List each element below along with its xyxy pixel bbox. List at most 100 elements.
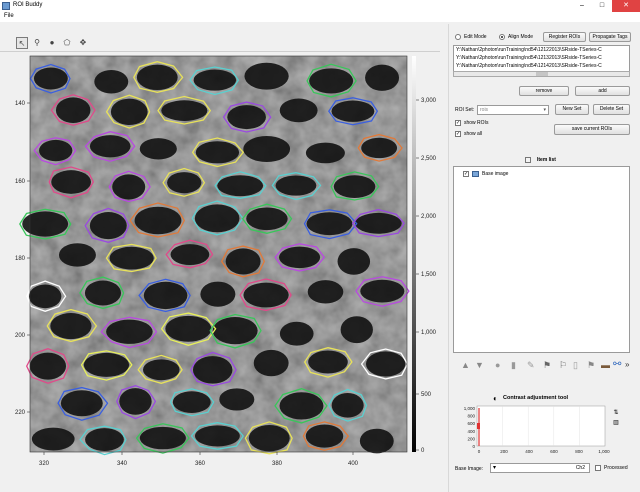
processed-checkbox[interactable] xyxy=(595,465,601,471)
cell-body xyxy=(279,246,321,269)
item-toolbar: ▲ ▼ ● ▮ ✎ ⚑ ⚐ ▯ ⚑ ▬ ⚯ » xyxy=(455,357,632,373)
cell-body xyxy=(194,204,240,233)
move-up-icon[interactable]: ▲ xyxy=(461,360,470,370)
move-down-icon[interactable]: ▼ xyxy=(475,360,484,370)
scrollbar-thumb[interactable] xyxy=(536,72,548,76)
trash-icon[interactable]: ▮ xyxy=(511,360,516,371)
y-tick-label: 180 xyxy=(15,256,26,262)
y-tick-label: 220 xyxy=(15,410,26,416)
cell-body xyxy=(365,64,400,91)
flag-icon[interactable]: ⚑ xyxy=(543,360,551,371)
roi-set-dropdown[interactable]: rois ▾ xyxy=(477,105,549,115)
cell-body xyxy=(306,212,353,236)
pointer-tool-icon[interactable]: ↖ xyxy=(16,37,28,49)
menu-file[interactable]: File xyxy=(4,13,14,19)
propagate-tags-button[interactable]: Propagate Tags xyxy=(589,32,631,42)
register-rois-button[interactable]: Register ROIs xyxy=(543,32,586,42)
cell-body xyxy=(51,170,92,194)
contrast-handle[interactable] xyxy=(477,423,480,429)
dataset-item[interactable]: Y:\Nathan\2photon\runTraining\nd54\12142… xyxy=(454,62,629,70)
remove-button[interactable]: remove xyxy=(519,86,569,96)
flag-outline-icon[interactable]: ⚐ xyxy=(559,360,567,371)
cell-body xyxy=(39,139,73,162)
cell-body xyxy=(361,137,398,159)
colorbar-tick-label: 1,500 xyxy=(421,272,437,278)
histogram-y-label: 400 xyxy=(467,429,475,434)
document-icon[interactable]: ▯ xyxy=(573,360,578,371)
cell-body xyxy=(89,212,127,240)
processed-label: Processed xyxy=(604,465,628,471)
item-list-panel[interactable]: ✓ Base image xyxy=(453,166,630,353)
image-viewer[interactable]: 320 340 360 380 400 140 160 180 200 220 3,000 2,5… xyxy=(0,52,448,492)
window-title: ROI Buddy xyxy=(13,2,43,8)
base-image-dropdown[interactable]: ▾ Ch2 xyxy=(490,463,590,473)
maximize-button[interactable]: □ xyxy=(592,0,612,12)
new-set-button[interactable]: New Set xyxy=(555,104,589,115)
image-icon xyxy=(472,171,479,177)
cell-body xyxy=(360,279,405,303)
flag-gray-icon[interactable]: ⚑ xyxy=(587,360,595,371)
cell-body xyxy=(227,105,266,130)
add-button[interactable]: add xyxy=(575,86,630,96)
cell-body xyxy=(194,425,240,447)
auto-levels-icon[interactable]: ⇅ xyxy=(611,409,621,417)
colorbar-tick-label: 2,500 xyxy=(421,156,437,162)
roi-set-value: rois xyxy=(480,107,489,113)
dataset-item[interactable]: Y:\Nathan\2photon\runTraining\nd54\12122… xyxy=(454,46,629,54)
circle-icon[interactable]: ● xyxy=(495,360,500,370)
colorbar-ticks: 3,000 2,500 2,000 1,500 1,000 500 0 xyxy=(416,98,437,454)
cell-body xyxy=(170,244,210,266)
cell-body xyxy=(244,62,289,90)
cell-body xyxy=(119,388,152,415)
chevron-down-icon: ▾ xyxy=(543,107,546,113)
polygon-tool-icon[interactable]: ⬠ xyxy=(61,37,73,49)
hat-icon[interactable]: ▬ xyxy=(601,360,610,370)
histogram-x-label: 1,000 xyxy=(598,449,610,454)
zoom-tool-icon[interactable]: ⚲ xyxy=(31,37,43,49)
cell-body xyxy=(366,351,406,377)
cell-body xyxy=(143,281,188,310)
item-list-header: Item list xyxy=(537,157,556,163)
menu-bar: File xyxy=(0,12,640,22)
show-rois-checkbox[interactable]: ✓ xyxy=(455,120,461,126)
contrast-title: Contrast adjustment tool xyxy=(503,395,569,401)
cell-body xyxy=(89,135,131,158)
circle-tool-icon[interactable]: ● xyxy=(46,37,58,49)
overflow-icon[interactable]: » xyxy=(625,360,629,369)
contrast-histogram[interactable]: 1,0008006004002000 0 200 400 600 800 1,000 xyxy=(455,402,633,454)
align-mode-label: Align Mode xyxy=(508,34,534,40)
cell-body xyxy=(161,100,208,121)
minimize-button[interactable]: – xyxy=(572,0,592,12)
cell-body xyxy=(60,390,103,417)
cell-body xyxy=(307,280,344,304)
cell-body xyxy=(94,69,129,94)
pencil-icon[interactable]: ✎ xyxy=(527,360,535,371)
cell-body xyxy=(29,352,67,380)
x-tick-label: 360 xyxy=(195,461,206,467)
item-label[interactable]: Base image xyxy=(482,171,508,177)
item-list-toggle[interactable] xyxy=(525,157,531,163)
cell-body xyxy=(200,281,236,307)
histogram-mode-icon[interactable]: ▥ xyxy=(611,419,621,427)
edit-mode-radio[interactable] xyxy=(455,34,461,40)
cell-body xyxy=(212,317,258,345)
cell-body xyxy=(354,212,402,234)
colorbar-tick-label: 2,000 xyxy=(421,214,437,220)
base-image-checkbox[interactable]: ✓ xyxy=(463,171,469,177)
close-button[interactable]: ✕ xyxy=(612,0,640,12)
dataset-list-scrollbar[interactable] xyxy=(453,71,630,77)
cell-body xyxy=(165,315,212,342)
align-mode-radio[interactable] xyxy=(499,34,505,40)
histogram-x-label: 400 xyxy=(525,449,533,454)
delete-set-button[interactable]: Delete Set xyxy=(593,104,630,115)
cell-body xyxy=(253,349,289,377)
move-tool-icon[interactable]: ✥ xyxy=(77,37,89,49)
edit-mode-label: Edit Mode xyxy=(464,34,487,40)
show-all-checkbox[interactable]: ✓ xyxy=(455,131,461,137)
cell-body xyxy=(193,69,237,91)
dataset-item[interactable]: Y:\Nathan\2photon\runTraining\nd54\12132… xyxy=(454,54,629,62)
save-current-rois-button[interactable]: save current ROIs xyxy=(554,124,630,135)
cell-body xyxy=(305,142,345,164)
cell-body xyxy=(192,356,233,384)
bicycle-icon[interactable]: ⚯ xyxy=(613,359,621,370)
